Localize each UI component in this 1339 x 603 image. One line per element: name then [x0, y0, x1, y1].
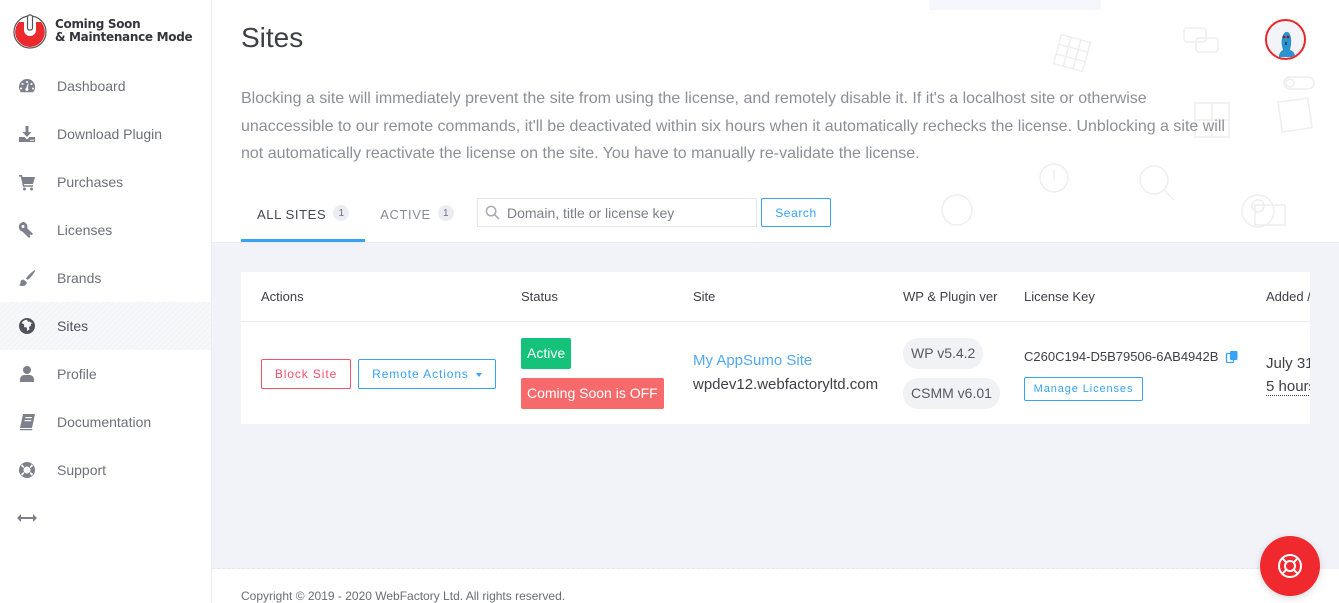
column-header-site: Site: [693, 289, 716, 304]
site-title-link[interactable]: My AppSumo Site: [693, 352, 812, 369]
status-badge-coming-soon: Coming Soon is OFF: [521, 378, 664, 409]
sidebar-collapse-toggle[interactable]: [0, 494, 211, 542]
brand-name: Coming Soon & Maintenance Mode: [55, 18, 193, 44]
main-area: Sites Blocking a site will immediately p…: [212, 0, 1339, 603]
paintbrush-icon: [18, 269, 36, 287]
arrows-h-icon: [17, 514, 37, 522]
column-header-actions: Actions: [261, 289, 304, 304]
tab-all-sites[interactable]: ALL SITES 1: [241, 195, 366, 242]
copyright-text: Copyright © 2019 - 2020 WebFactory Ltd. …: [241, 589, 566, 603]
brand-line2: & Maintenance Mode: [55, 30, 193, 44]
sidebar-item-label: Download Plugin: [57, 126, 163, 142]
app-root: Coming Soon & Maintenance Mode Dashboard…: [0, 0, 1339, 603]
status-badge-active: Active: [521, 338, 572, 369]
sidebar-item-purchases[interactable]: Purchases: [0, 158, 211, 206]
copy-icon[interactable]: [1225, 350, 1239, 364]
dashboard-gauge-icon: [18, 77, 36, 95]
tab-count-badge: 1: [333, 205, 350, 221]
column-header-license-key: License Key: [1024, 289, 1095, 304]
sidebar-item-label: Profile: [57, 366, 97, 382]
table-row: Block Site Remote Actions Active Coming …: [241, 322, 1339, 424]
lifebuoy-icon: [1278, 554, 1302, 578]
manage-licenses-button[interactable]: Manage Licenses: [1024, 377, 1143, 401]
page-description: Blocking a site will immediately prevent…: [241, 90, 1225, 162]
sidebar: Coming Soon & Maintenance Mode Dashboard…: [0, 0, 212, 603]
book-icon: [18, 413, 36, 431]
sidebar-item-profile[interactable]: Profile: [0, 350, 211, 398]
search-button[interactable]: Search: [761, 198, 831, 227]
sidebar-item-label: Support: [57, 462, 107, 478]
site-filter-tabs: ALL SITES 1 ACTIVE 1: [241, 195, 470, 242]
wp-version-pill: WP v5.4.2: [903, 338, 984, 369]
sidebar-item-label: Dashboard: [57, 78, 126, 94]
page-header: Sites Blocking a site will immediately p…: [212, 0, 1339, 242]
sidebar-item-label: Documentation: [57, 414, 152, 430]
page-footer: Copyright © 2019 - 2020 WebFactory Ltd. …: [212, 569, 1339, 603]
table-overflow-clip: [1310, 243, 1339, 570]
help-button[interactable]: [1260, 536, 1320, 596]
column-header-status: Status: [521, 289, 558, 304]
brand-logo[interactable]: Coming Soon & Maintenance Mode: [10, 12, 193, 50]
sidebar-item-label: Sites: [57, 318, 89, 334]
sites-table: Actions Status Site WP & Plugin ver Lice…: [241, 272, 1339, 424]
sites-content: Actions Status Site WP & Plugin ver Lice…: [212, 242, 1339, 570]
sidebar-item-documentation[interactable]: Documentation: [0, 398, 211, 446]
license-key-value: C260C194-D5B79506-6AB4942B: [1024, 349, 1219, 364]
remote-actions-dropdown[interactable]: Remote Actions: [358, 359, 496, 389]
download-icon: [18, 125, 36, 143]
tab-active[interactable]: ACTIVE 1: [364, 195, 470, 242]
user-icon: [18, 365, 36, 383]
sidebar-item-sites[interactable]: Sites: [0, 302, 211, 350]
sidebar-item-brands[interactable]: Brands: [0, 254, 211, 302]
lifebuoy-icon: [18, 461, 36, 479]
tab-label: ACTIVE: [380, 207, 431, 222]
sidebar-nav: Dashboard Download Plugin Purchases Lice…: [0, 62, 211, 542]
remote-actions-label: Remote Actions: [372, 367, 469, 381]
globe-icon: [18, 317, 36, 335]
user-avatar[interactable]: [1265, 19, 1306, 60]
site-domain: wpdev12.webfactoryltd.com: [693, 376, 879, 393]
plugin-version-pill: CSMM v6.01: [903, 378, 1000, 409]
column-header-versions: WP & Plugin ver: [903, 289, 998, 304]
license-key: C260C194-D5B79506-6AB4942B: [1024, 349, 1239, 364]
search-icon: [485, 205, 500, 220]
cart-icon: [18, 173, 36, 191]
wrench-power-logo-icon: [13, 14, 47, 49]
tab-count-badge: 1: [437, 205, 454, 221]
search-field: [477, 198, 757, 227]
sidebar-item-dashboard[interactable]: Dashboard: [0, 62, 211, 110]
sidebar-item-download-plugin[interactable]: Download Plugin: [0, 110, 211, 158]
sidebar-item-label: Purchases: [57, 174, 124, 190]
page-title: Sites: [241, 22, 304, 53]
manage-licenses-label: Manage Licenses: [1033, 383, 1134, 395]
sidebar-item-label: Brands: [57, 270, 102, 286]
sidebar-item-support[interactable]: Support: [0, 446, 211, 494]
tab-label: ALL SITES: [257, 207, 327, 222]
key-icon: [18, 221, 36, 239]
table-header: Actions Status Site WP & Plugin ver Lice…: [241, 272, 1339, 322]
sidebar-item-label: Licenses: [57, 222, 113, 238]
sidebar-item-licenses[interactable]: Licenses: [0, 206, 211, 254]
caret-down-icon: [475, 372, 482, 377]
block-site-button[interactable]: Block Site: [261, 359, 351, 389]
block-site-label: Block Site: [274, 367, 338, 381]
search-input[interactable]: [507, 204, 747, 221]
avatar-image-icon: [1279, 31, 1295, 57]
